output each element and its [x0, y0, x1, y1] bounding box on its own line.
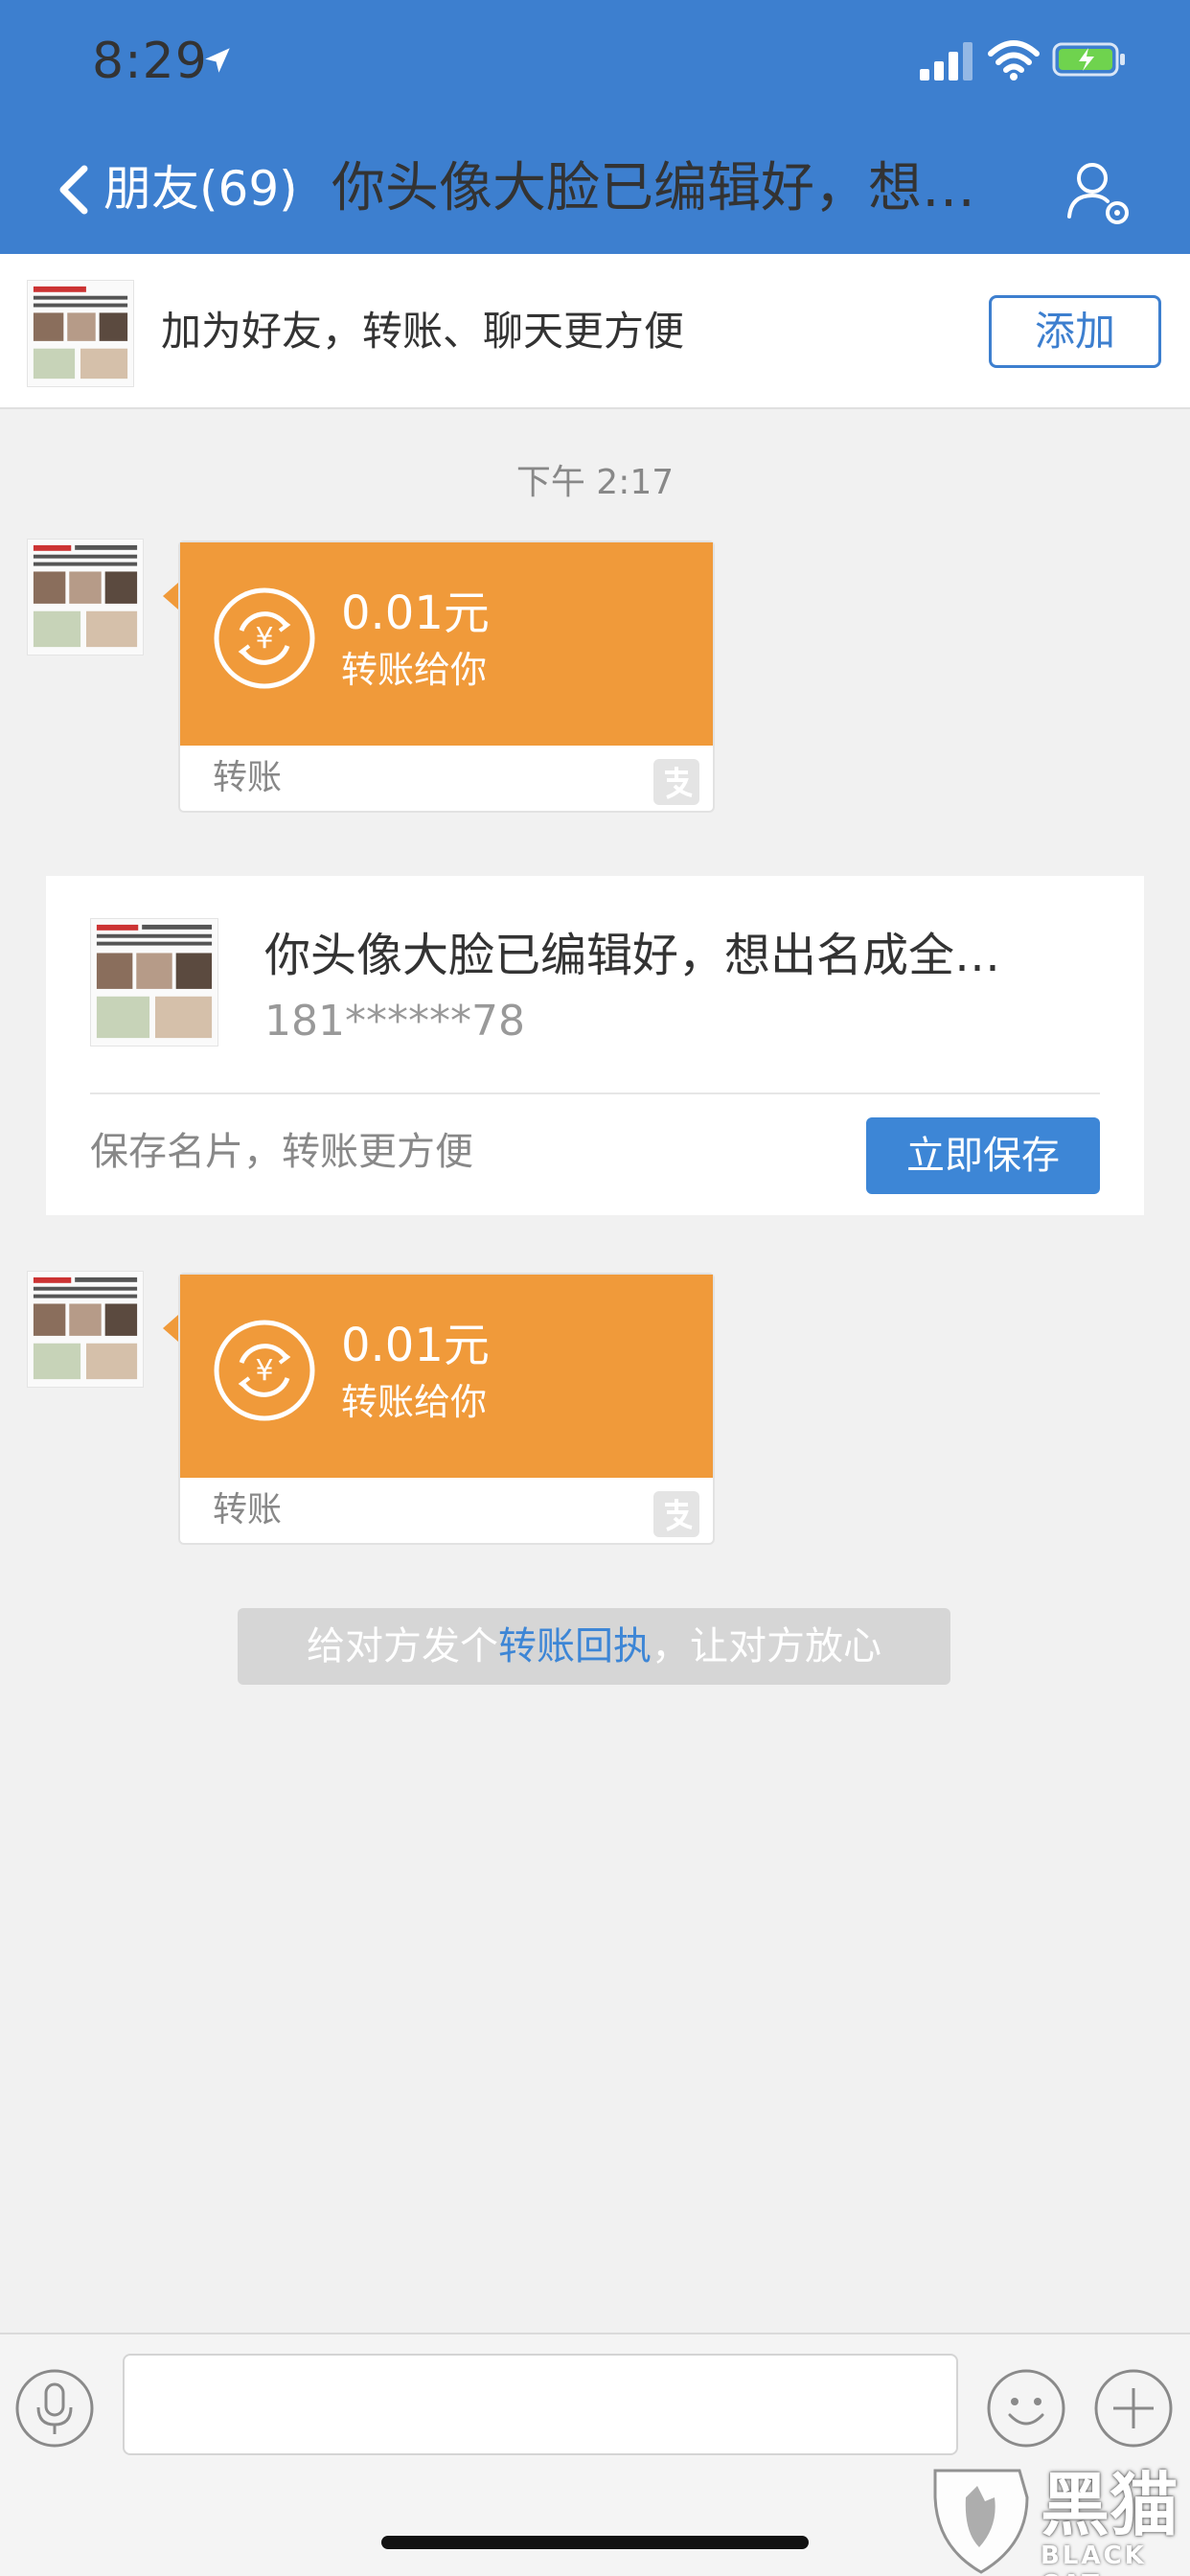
yuan-transfer-icon: ¥ [214, 587, 315, 689]
wifi-icon [988, 40, 1040, 80]
contact-name: 你头像大脸已编辑好，想出名成全… [264, 929, 1001, 982]
svg-text:¥: ¥ [255, 1354, 273, 1388]
plus-icon[interactable] [1092, 2367, 1175, 2450]
watermark-subtext: BLACK CAT [1041, 2542, 1147, 2576]
avatar-collage-icon [28, 540, 143, 655]
message-input[interactable] [123, 2354, 958, 2455]
emoji-icon[interactable] [985, 2367, 1067, 2450]
avatar-collage-icon [28, 1272, 143, 1387]
alipay-icon [653, 759, 699, 805]
transfer-receipt-link[interactable]: 转账回执 [498, 1624, 652, 1668]
message-timestamp: 下午 2:17 [515, 463, 675, 502]
avatar[interactable] [90, 918, 218, 1046]
bubble-tail [163, 583, 178, 610]
battery-charging-icon [1052, 42, 1125, 77]
avatar[interactable] [27, 1271, 144, 1388]
back-label[interactable]: 朋友(69) [103, 159, 298, 218]
contact-phone: 181******78 [264, 997, 525, 1046]
add-friend-text: 加为好友，转账、聊天更方便 [161, 308, 685, 355]
divider [90, 1092, 1100, 1094]
watermark-text: 黑猫 [1041, 2465, 1179, 2545]
transfer-description: 转账给你 [341, 1381, 488, 1423]
transfer-amount: 0.01元 [341, 586, 490, 640]
save-now-button[interactable]: 立即保存 [866, 1117, 1100, 1194]
contact-card[interactable]: 你头像大脸已编辑好，想出名成全… 181******78 保存名片，转账更方便 … [46, 876, 1144, 1215]
avatar-collage-icon [28, 281, 133, 386]
avatar-collage-icon [91, 919, 217, 1046]
transfer-amount: 0.01元 [341, 1319, 490, 1372]
svg-text:¥: ¥ [255, 622, 273, 656]
voice-icon[interactable] [13, 2367, 96, 2450]
save-contact-hint: 保存名片，转账更方便 [90, 1130, 473, 1174]
transfer-card[interactable]: ¥ 0.01元 转账给你 转账 [178, 540, 715, 813]
status-time: 8:29 [92, 33, 208, 90]
signal-icon [920, 42, 973, 80]
transfer-card[interactable]: ¥ 0.01元 转账给你 转账 [178, 1273, 715, 1545]
bubble-tail [163, 1315, 178, 1342]
add-button[interactable]: 添加 [989, 295, 1161, 368]
home-indicator [381, 2536, 809, 2549]
receipt-notice-prefix: 给对方发个 [307, 1624, 498, 1668]
person-settings-icon[interactable] [1064, 157, 1136, 230]
receipt-notice: 给对方发个转账回执，让对方放心 [238, 1608, 950, 1685]
transfer-footer-label: 转账 [213, 758, 283, 797]
location-arrow-icon [205, 48, 230, 73]
chat-title: 你头像大脸已编辑好，想… [332, 159, 973, 218]
transfer-footer-label: 转账 [213, 1490, 283, 1530]
alipay-icon [653, 1491, 699, 1537]
transfer-description: 转账给你 [341, 649, 488, 691]
chevron-left-icon[interactable] [54, 163, 92, 217]
receipt-notice-suffix: ，让对方放心 [652, 1624, 881, 1668]
yuan-transfer-icon: ¥ [214, 1320, 315, 1421]
transfer-card-header: ¥ 0.01元 转账给你 [180, 542, 713, 746]
avatar[interactable] [27, 539, 144, 656]
transfer-card-header: ¥ 0.01元 转账给你 [180, 1275, 713, 1478]
avatar[interactable] [27, 280, 134, 387]
